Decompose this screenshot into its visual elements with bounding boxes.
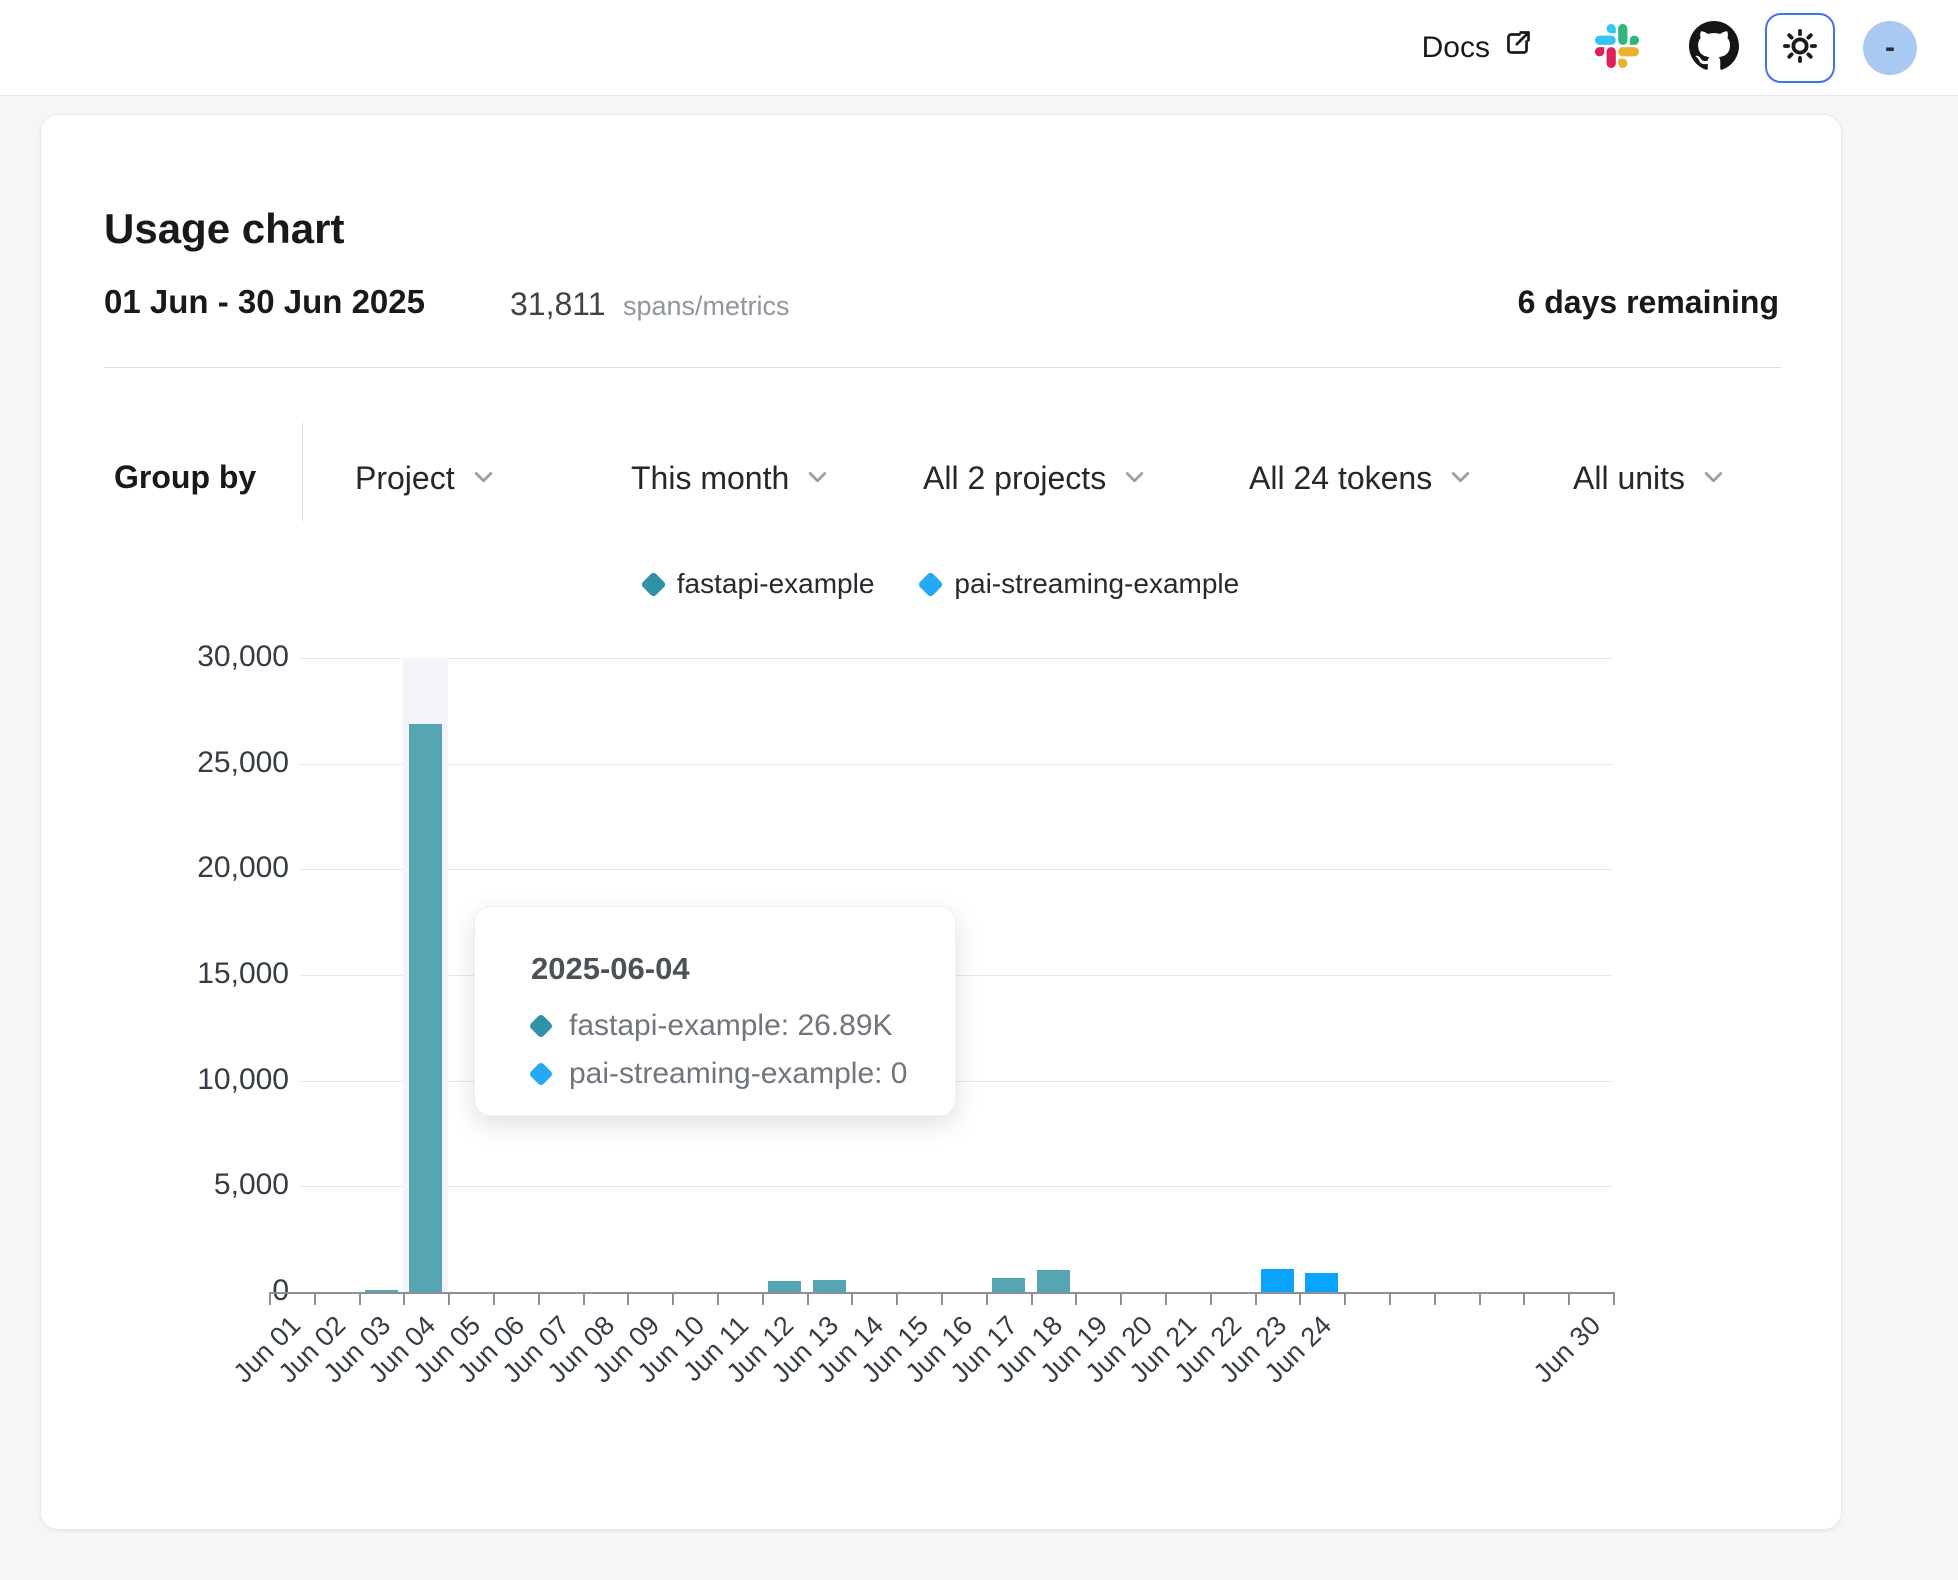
x-axis-tick	[1299, 1294, 1301, 1305]
usage-bar-chart: fastapi-example pai-streaming-example 0 5,0…	[41, 115, 1841, 1529]
x-axis-tick	[1434, 1294, 1436, 1305]
tooltip-date: 2025-06-04	[531, 951, 915, 987]
x-axis-tick	[762, 1294, 764, 1305]
theme-toggle-button[interactable]	[1765, 13, 1835, 83]
slack-link[interactable]	[1595, 24, 1639, 71]
chart-legend: fastapi-example pai-streaming-example	[269, 568, 1613, 600]
x-axis-tick	[851, 1294, 853, 1305]
y-axis-label: 0	[41, 1274, 289, 1308]
x-axis-tick	[493, 1294, 495, 1305]
x-axis-label: Jun 30	[1493, 1310, 1607, 1424]
x-axis-tick	[1165, 1294, 1167, 1305]
bar-fastapi-example-jun-17[interactable]	[992, 1278, 1025, 1292]
legend-item-pai-streaming-example[interactable]: pai-streaming-example	[920, 568, 1239, 600]
y-axis-label: 15,000	[41, 957, 289, 991]
y-axis-label: 25,000	[41, 746, 289, 780]
bar-fastapi-example-jun-18[interactable]	[1037, 1270, 1070, 1292]
legend-label: pai-streaming-example	[954, 568, 1239, 600]
gridline	[299, 869, 1613, 870]
bar-fastapi-example-jun-12[interactable]	[768, 1281, 801, 1292]
x-axis-tick	[941, 1294, 943, 1305]
docs-link[interactable]: Docs	[1422, 28, 1533, 67]
gridline	[299, 658, 1613, 659]
x-axis-tick	[583, 1294, 585, 1305]
x-axis-tick	[627, 1294, 629, 1305]
x-axis-tick	[538, 1294, 540, 1305]
x-axis-tick	[1255, 1294, 1257, 1305]
github-icon	[1689, 21, 1739, 74]
y-axis-label: 30,000	[41, 640, 289, 674]
x-axis-tick	[403, 1294, 405, 1305]
y-axis-label: 20,000	[41, 851, 289, 885]
x-axis-tick	[896, 1294, 898, 1305]
x-axis-tick	[1120, 1294, 1122, 1305]
x-axis-tick	[1479, 1294, 1481, 1305]
external-link-icon	[1502, 28, 1533, 67]
gridline	[299, 764, 1613, 765]
topbar: Docs	[0, 0, 1958, 96]
x-axis-tick	[314, 1294, 316, 1305]
bar-fastapi-example-jun-13[interactable]	[813, 1280, 846, 1292]
x-axis-tick	[1389, 1294, 1391, 1305]
diamond-marker-icon	[640, 571, 666, 597]
tooltip-row-text: fastapi-example: 26.89K	[569, 1009, 893, 1043]
x-axis-tick	[1075, 1294, 1077, 1305]
x-axis-tick	[807, 1294, 809, 1305]
x-axis-tick	[359, 1294, 361, 1305]
github-link[interactable]	[1689, 21, 1739, 74]
diamond-marker-icon	[529, 1014, 554, 1039]
usage-card: Usage chart 01 Jun - 30 Jun 2025 31,811 …	[40, 114, 1842, 1530]
bar-pai-streaming-example-jun-23[interactable]	[1261, 1269, 1294, 1292]
docs-label: Docs	[1422, 31, 1490, 65]
legend-label: fastapi-example	[677, 568, 875, 600]
x-axis-tick	[717, 1294, 719, 1305]
bar-fastapi-example-jun-04[interactable]	[409, 724, 442, 1292]
x-axis-tick	[1568, 1294, 1570, 1305]
sun-icon	[1781, 27, 1819, 68]
tooltip-row: pai-streaming-example: 0	[531, 1057, 915, 1091]
x-axis-tick	[1031, 1294, 1033, 1305]
bar-pai-streaming-example-jun-24[interactable]	[1305, 1273, 1338, 1292]
y-axis-label: 10,000	[41, 1063, 289, 1097]
legend-item-fastapi-example[interactable]: fastapi-example	[643, 568, 875, 600]
diamond-marker-icon	[529, 1062, 554, 1087]
avatar[interactable]: -	[1863, 21, 1917, 75]
gridline	[299, 1186, 1613, 1187]
slack-icon	[1595, 24, 1639, 71]
x-axis-tick	[1210, 1294, 1212, 1305]
y-axis-label: 5,000	[41, 1168, 289, 1202]
tooltip-row: fastapi-example: 26.89K	[531, 1009, 915, 1043]
x-axis-tick	[986, 1294, 988, 1305]
x-axis-tick	[1344, 1294, 1346, 1305]
x-axis-tick	[448, 1294, 450, 1305]
tooltip-row-text: pai-streaming-example: 0	[569, 1057, 907, 1091]
chart-tooltip: 2025-06-04 fastapi-example: 26.89K pai-str…	[474, 906, 956, 1116]
x-axis-tick	[1613, 1294, 1615, 1305]
x-axis-tick	[269, 1294, 271, 1305]
x-axis-tick	[672, 1294, 674, 1305]
x-axis-tick	[1523, 1294, 1525, 1305]
diamond-marker-icon	[918, 571, 944, 597]
